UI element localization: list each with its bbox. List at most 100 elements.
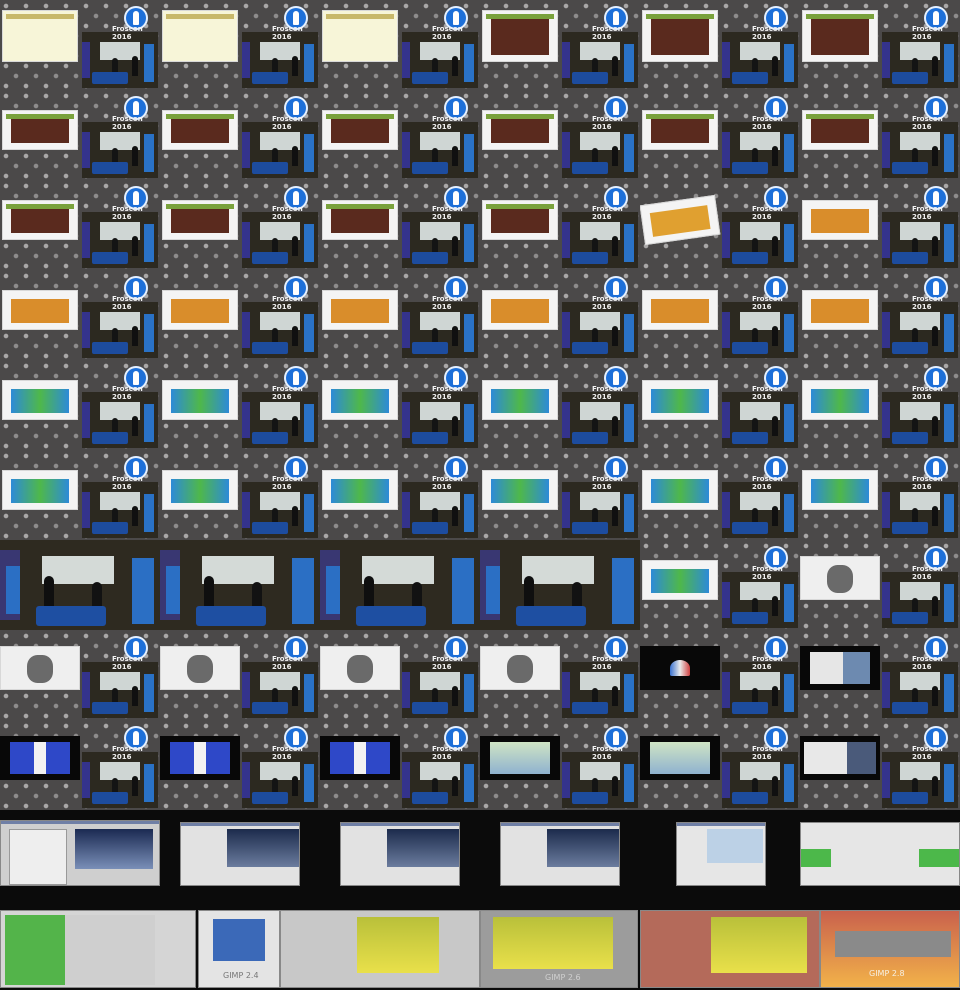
logo-text: Froscon 2016 — [432, 115, 463, 131]
logo-text: Froscon 2016 — [592, 655, 623, 671]
logo-text: Froscon 2016 — [432, 475, 463, 491]
thumbnail[interactable]: Froscon 2016 — [480, 180, 640, 270]
thumbnail[interactable]: Froscon 2016 — [0, 180, 160, 270]
logo-text: Froscon 2016 — [752, 25, 783, 41]
logo-text: Froscon 2016 — [592, 385, 623, 401]
thumbnail[interactable]: Froscon 2016 — [480, 630, 640, 720]
logo-text: Froscon 2016 — [752, 655, 783, 671]
thumbnail[interactable]: Froscon 2016 — [160, 720, 320, 810]
gimp-version-caption: GIMP 2.8 — [869, 969, 905, 978]
thumbnail[interactable]: GIMP 2.4 — [198, 910, 280, 988]
thumbnail[interactable]: Froscon 2016 — [640, 720, 800, 810]
thumbnail[interactable] — [480, 540, 640, 630]
thumbnail-row: Froscon 2016 Froscon 2016 Froscon 2016 F… — [0, 720, 960, 810]
gimp-screenshot-strip — [0, 810, 960, 900]
gimp-version-caption: GIMP 2.6 — [545, 973, 581, 982]
logo-text: Froscon 2016 — [112, 655, 143, 671]
thumbnail[interactable]: Froscon 2016 — [160, 180, 320, 270]
thumbnail[interactable]: Froscon 2016 — [320, 360, 480, 450]
thumbnail[interactable]: Froscon 2016 — [320, 90, 480, 180]
thumbnail[interactable] — [160, 540, 320, 630]
logo-text: Froscon 2016 — [272, 475, 303, 491]
thumbnail[interactable]: Froscon 2016 — [800, 180, 960, 270]
thumbnail[interactable] — [0, 540, 160, 630]
logo-text: Froscon 2016 — [432, 655, 463, 671]
thumbnail[interactable]: Froscon 2016 — [160, 360, 320, 450]
thumbnail[interactable]: Froscon 2016 — [800, 270, 960, 360]
thumbnail[interactable]: Froscon 2016 — [160, 0, 320, 90]
thumbnail-row: Froscon 2016 Froscon 2016 — [0, 540, 960, 630]
thumbnail[interactable] — [800, 822, 960, 886]
logo-text: Froscon 2016 — [272, 205, 303, 221]
thumbnail[interactable]: Froscon 2016 — [320, 270, 480, 360]
thumbnail[interactable]: Froscon 2016 — [0, 270, 160, 360]
thumbnail-row: Froscon 2016 Froscon 2016 Froscon 2016 F… — [0, 630, 960, 720]
thumbnail[interactable]: Froscon 2016 — [0, 90, 160, 180]
thumbnail[interactable] — [0, 820, 160, 886]
thumbnail[interactable]: Froscon 2016 — [0, 360, 160, 450]
thumbnail[interactable] — [180, 822, 300, 886]
logo-text: Froscon 2016 — [432, 205, 463, 221]
thumbnail[interactable]: Froscon 2016 — [640, 180, 800, 270]
logo-text: Froscon 2016 — [592, 205, 623, 221]
thumbnail[interactable] — [500, 822, 620, 886]
thumbnail[interactable]: Froscon 2016 — [480, 720, 640, 810]
thumbnail[interactable] — [280, 910, 480, 988]
thumbnail[interactable]: Froscon 2016 — [480, 360, 640, 450]
thumbnail[interactable]: Froscon 2016 — [800, 540, 960, 630]
thumbnail-row: Froscon 2016 Froscon 2016 Froscon 2016 F… — [0, 450, 960, 540]
thumbnail[interactable]: Froscon 2016 — [0, 720, 160, 810]
logo-text: Froscon 2016 — [752, 475, 783, 491]
thumbnail[interactable]: GIMP 2.6 — [480, 910, 638, 988]
thumbnail[interactable]: Froscon 2016 — [0, 450, 160, 540]
thumbnail-row: Froscon 2016 Froscon 2016 Froscon 2016 F… — [0, 270, 960, 360]
thumbnail[interactable]: GIMP 2.8 — [820, 910, 960, 988]
thumbnail[interactable]: Froscon 2016 — [800, 720, 960, 810]
thumbnail[interactable]: Froscon 2016 — [640, 90, 800, 180]
logo-text: Froscon 2016 — [272, 115, 303, 131]
thumbnail[interactable]: Froscon 2016 — [0, 0, 160, 90]
thumbnail[interactable]: Froscon 2016 — [640, 540, 800, 630]
thumbnail[interactable]: Froscon 2016 — [480, 90, 640, 180]
thumbnail[interactable]: Froscon 2016 — [640, 270, 800, 360]
thumbnail[interactable]: Froscon 2016 — [640, 360, 800, 450]
thumbnail[interactable] — [320, 540, 480, 630]
thumbnail[interactable] — [640, 910, 820, 988]
logo-text: Froscon 2016 — [432, 385, 463, 401]
thumbnail[interactable]: Froscon 2016 — [320, 180, 480, 270]
logo-text: Froscon 2016 — [112, 115, 143, 131]
thumbnail[interactable] — [0, 910, 196, 988]
logo-text: Froscon 2016 — [752, 385, 783, 401]
thumbnail[interactable]: Froscon 2016 — [160, 90, 320, 180]
thumbnail[interactable]: Froscon 2016 — [640, 0, 800, 90]
thumbnail[interactable]: Froscon 2016 — [320, 0, 480, 90]
thumbnail[interactable]: Froscon 2016 — [160, 450, 320, 540]
thumbnail[interactable]: Froscon 2016 — [320, 450, 480, 540]
thumbnail[interactable]: Froscon 2016 — [800, 90, 960, 180]
logo-text: Froscon 2016 — [592, 25, 623, 41]
logo-text: Froscon 2016 — [432, 745, 463, 761]
thumbnail-row: Froscon 2016 Froscon 2016 Froscon 2016 F… — [0, 0, 960, 90]
thumbnail[interactable]: Froscon 2016 — [800, 360, 960, 450]
thumbnail-row: Froscon 2016 Froscon 2016 Froscon 2016 F… — [0, 360, 960, 450]
logo-text: Froscon 2016 — [752, 295, 783, 311]
thumbnail[interactable]: Froscon 2016 — [480, 450, 640, 540]
logo-text: Froscon 2016 — [272, 295, 303, 311]
thumbnail[interactable]: Froscon 2016 — [480, 270, 640, 360]
thumbnail[interactable]: Froscon 2016 — [800, 630, 960, 720]
logo-text: Froscon 2016 — [112, 25, 143, 41]
thumbnail[interactable]: Froscon 2016 — [800, 0, 960, 90]
logo-text: Froscon 2016 — [752, 745, 783, 761]
thumbnail[interactable] — [676, 822, 766, 886]
thumbnail[interactable]: Froscon 2016 — [640, 450, 800, 540]
thumbnail[interactable]: Froscon 2016 — [320, 720, 480, 810]
thumbnail[interactable]: Froscon 2016 — [320, 630, 480, 720]
thumbnail[interactable]: Froscon 2016 — [160, 630, 320, 720]
thumbnail[interactable]: Froscon 2016 — [640, 630, 800, 720]
thumbnail[interactable]: Froscon 2016 — [0, 630, 160, 720]
logo-text: Froscon 2016 — [272, 745, 303, 761]
thumbnail[interactable]: Froscon 2016 — [800, 450, 960, 540]
thumbnail[interactable] — [340, 822, 460, 886]
thumbnail[interactable]: Froscon 2016 — [160, 270, 320, 360]
thumbnail[interactable]: Froscon 2016 — [480, 0, 640, 90]
